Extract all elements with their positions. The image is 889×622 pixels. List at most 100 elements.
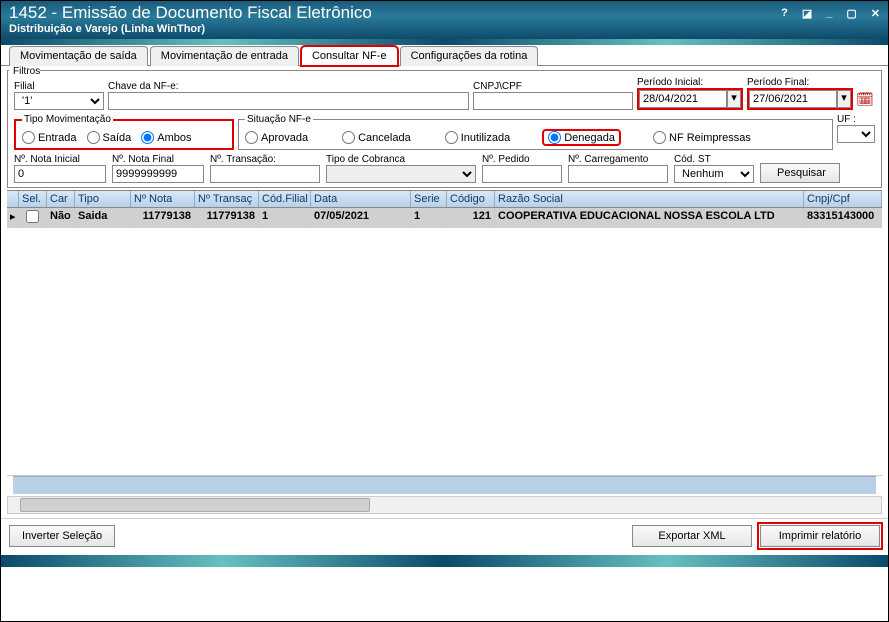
scroll-thumb[interactable] (20, 498, 370, 512)
filters-label: Filtros (9, 66, 40, 77)
field-tipo-cobranca: Tipo de Cobranca (326, 154, 476, 183)
input-periodo-final[interactable] (749, 90, 837, 108)
radio-saida[interactable]: Saída (87, 131, 132, 144)
input-periodo-inicial[interactable] (639, 90, 727, 108)
field-periodo-inicial: Período Inicial: ▾ (637, 77, 743, 110)
cell-ntrans: 11779138 (195, 208, 259, 228)
col-razao[interactable]: Razão Social (495, 191, 804, 207)
window-subtitle: Distribuição e Varejo (Linha WinThor) (1, 23, 888, 39)
row-marker: ▸ (7, 208, 19, 228)
maximize-icon[interactable]: ▢ (842, 7, 860, 20)
calendar-icon[interactable]: 🗓 (855, 89, 875, 109)
label-periodo-inicial: Período Inicial: (637, 77, 743, 88)
tabs: Movimentação de saída Movimentação de en… (1, 45, 888, 66)
col-serie[interactable]: Serie (411, 191, 447, 207)
col-car[interactable]: Car (47, 191, 75, 207)
col-nnota[interactable]: Nº Nota (131, 191, 195, 207)
label-carregamento: Nº. Carregamento (568, 154, 668, 165)
decorative-bar-bottom (1, 555, 888, 567)
input-nota-inicial[interactable] (14, 165, 106, 183)
field-transacao: Nº. Transação: (210, 154, 320, 183)
radio-cancelada[interactable]: Cancelada (342, 131, 411, 144)
cell-codigo: 121 (447, 208, 495, 228)
radio-reimpressas[interactable]: NF Reimpressas (653, 131, 751, 144)
cell-tipo: Saida (75, 208, 131, 228)
tab-consultar-nfe[interactable]: Consultar NF-e (301, 46, 398, 66)
label-chave: Chave da NF-e: (108, 81, 469, 92)
select-filial[interactable]: '1' (14, 92, 104, 110)
label-pedido: Nº. Pedido (482, 154, 562, 165)
help-icon[interactable]: ? (777, 7, 792, 19)
legend-situacao: Situação NF-e (245, 114, 313, 125)
input-nota-final[interactable] (112, 165, 204, 183)
legend-tipo-mov: Tipo Movimentação (22, 114, 113, 125)
grid-summary-strip (13, 476, 876, 494)
col-tipo[interactable]: Tipo (75, 191, 131, 207)
col-ntrans[interactable]: Nº Transaç (195, 191, 259, 207)
radio-aprovada[interactable]: Aprovada (245, 131, 308, 144)
tab-movimentacao-entrada[interactable]: Movimentação de entrada (150, 46, 299, 66)
cell-data: 07/05/2021 (311, 208, 411, 228)
window-title: 1452 - Emissão de Documento Fiscal Eletr… (9, 3, 372, 23)
label-cnpj: CNPJ\CPF (473, 81, 633, 92)
grid-hscrollbar[interactable] (7, 496, 882, 514)
field-carregamento: Nº. Carregamento (568, 154, 668, 183)
label-nota-final: Nº. Nota Final (112, 154, 204, 165)
input-pedido[interactable] (482, 165, 562, 183)
close-icon[interactable]: ✕ (867, 7, 884, 20)
input-cnpj[interactable] (473, 92, 633, 110)
dropdown-icon[interactable]: ▾ (837, 90, 851, 108)
field-nota-inicial: Nº. Nota Inicial (14, 154, 106, 183)
field-cod-st: Cód. ST Nenhum (674, 154, 754, 183)
pesquisar-button[interactable]: Pesquisar (760, 163, 840, 183)
field-pedido: Nº. Pedido (482, 154, 562, 183)
col-marker[interactable] (7, 191, 19, 207)
inverter-selecao-button[interactable]: Inverter Seleção (9, 525, 115, 547)
label-nota-inicial: Nº. Nota Inicial (14, 154, 106, 165)
col-sel[interactable]: Sel. (19, 191, 47, 207)
col-codigo[interactable]: Código (447, 191, 495, 207)
results-grid: Sel. Car Tipo Nº Nota Nº Transaç Cód.Fil… (7, 190, 882, 494)
select-uf[interactable] (837, 125, 875, 143)
input-carregamento[interactable] (568, 165, 668, 183)
input-chave[interactable] (108, 92, 469, 110)
tab-movimentacao-saida[interactable]: Movimentação de saída (9, 46, 148, 66)
cell-razao: COOPERATIVA EDUCACIONAL NOSSA ESCOLA LTD (495, 208, 804, 228)
label-uf: UF : (837, 114, 875, 125)
field-cnpj: CNPJ\CPF (473, 81, 633, 110)
select-cod-st[interactable]: Nenhum (674, 165, 754, 183)
col-cfilial[interactable]: Cód.Filial (259, 191, 311, 207)
minimize-icon[interactable]: _ (822, 7, 836, 19)
cell-cfilial: 1 (259, 208, 311, 228)
field-filial: Filial '1' (14, 81, 104, 110)
radio-denegada[interactable]: Denegada (544, 131, 619, 144)
filters-panel: Filial '1' Chave da NF-e: CNPJ\CPF Perío… (7, 70, 882, 188)
tab-configuracoes[interactable]: Configurações da rotina (400, 46, 539, 66)
radio-ambos[interactable]: Ambos (141, 131, 191, 144)
col-cnpj[interactable]: Cnpj/Cpf (804, 191, 882, 207)
label-filial: Filial (14, 81, 104, 92)
radio-inutilizada[interactable]: Inutilizada (445, 131, 511, 144)
dropdown-icon[interactable]: ▾ (727, 90, 741, 108)
titlebar: 1452 - Emissão de Documento Fiscal Eletr… (1, 1, 888, 39)
label-transacao: Nº. Transação: (210, 154, 320, 165)
exportar-xml-button[interactable]: Exportar XML (632, 525, 752, 547)
label-cod-st: Cód. ST (674, 154, 754, 165)
field-uf: UF : (837, 114, 875, 150)
grid-body: ▸ Não Saida 11779138 11779138 1 07/05/20… (7, 208, 882, 476)
cell-serie: 1 (411, 208, 447, 228)
imprimir-relatorio-button[interactable]: Imprimir relatório (760, 525, 880, 547)
select-tipo-cobranca[interactable] (326, 165, 476, 183)
col-data[interactable]: Data (311, 191, 411, 207)
input-transacao[interactable] (210, 165, 320, 183)
fieldset-tipo-movimentacao: Tipo Movimentação Entrada Saída Ambos (14, 114, 234, 150)
cell-sel[interactable] (19, 208, 47, 228)
fieldset-situacao-nfe: Situação NF-e Aprovada Cancelada Inutili… (238, 114, 833, 150)
edit-icon[interactable]: ◪ (798, 7, 816, 20)
radio-entrada[interactable]: Entrada (22, 131, 77, 144)
label-periodo-final: Período Final: (747, 77, 875, 88)
table-row[interactable]: ▸ Não Saida 11779138 11779138 1 07/05/20… (7, 208, 882, 228)
field-nota-final: Nº. Nota Final (112, 154, 204, 183)
cell-car: Não (47, 208, 75, 228)
bottom-bar: Inverter Seleção Exportar XML Imprimir r… (1, 518, 888, 553)
